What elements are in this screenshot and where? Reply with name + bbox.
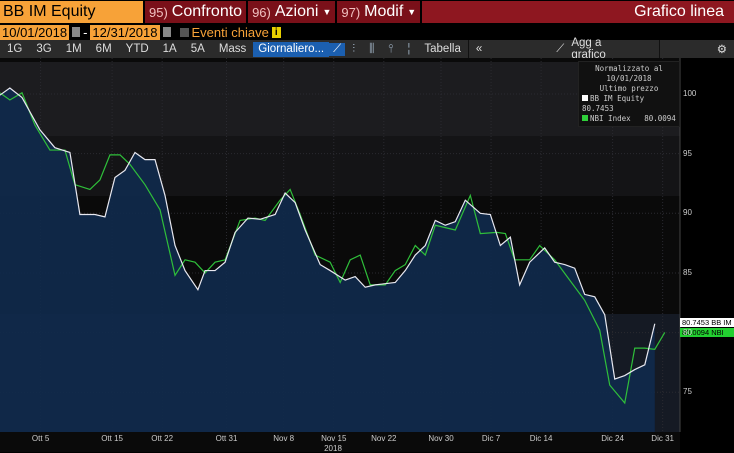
x-tick-label: Ott 15 xyxy=(101,434,123,443)
table-button[interactable]: Tabella xyxy=(417,43,467,55)
x-tick-label: Dic 24 xyxy=(601,434,624,443)
x-tick-label: Dic 31 xyxy=(651,434,674,443)
legend-item: NBI Index 80.0094 xyxy=(582,114,676,124)
plot-band xyxy=(0,136,680,196)
ticker-input[interactable]: BB IM Equity xyxy=(0,1,143,23)
compare-button[interactable]: 95) Confronto xyxy=(145,1,247,23)
ohlc-icon[interactable]: ⫯ xyxy=(381,43,400,56)
page-title: Grafico linea xyxy=(422,1,734,23)
y-tick-label: 100 xyxy=(683,89,697,98)
legend-name: NBI Index xyxy=(590,114,631,123)
y-tick-label: 85 xyxy=(683,267,692,277)
caret-down-icon: ▼ xyxy=(407,7,417,17)
period-6m[interactable]: 6M xyxy=(89,43,119,55)
actions-label: Azioni xyxy=(274,3,319,20)
x-tick-label: Nov 8 xyxy=(273,434,295,443)
y-tick-label: 80 xyxy=(683,327,692,337)
period-5a[interactable]: 5A xyxy=(184,43,212,55)
actions-button[interactable]: 96) Azioni ▼ xyxy=(248,1,336,23)
legend-value: 80.0094 xyxy=(644,114,676,123)
add-to-chart-icon[interactable]: ⟋ xyxy=(549,43,571,56)
divider xyxy=(658,40,660,58)
range-separator: - xyxy=(83,24,88,40)
y-tick-label: 75 xyxy=(683,387,692,397)
period-3g[interactable]: 3G xyxy=(29,43,58,55)
toolbar: 1G 3G 1M 6M YTD 1A 5A Mass Giornaliero..… xyxy=(0,37,734,61)
hl-icon[interactable]: ¦ xyxy=(400,43,417,55)
period-1a[interactable]: 1A xyxy=(156,43,184,55)
calendar-icon[interactable] xyxy=(162,27,171,37)
legend-normalized: Normalizzato al 10/01/2018 xyxy=(595,64,663,83)
bar-chart-icon[interactable]: ⫶ xyxy=(345,43,362,56)
legend-swatch xyxy=(582,115,588,121)
edit-label: Modif xyxy=(364,3,404,20)
period-ytd[interactable]: YTD xyxy=(119,43,156,55)
x-tick-label: Nov 22 xyxy=(371,434,397,443)
period-1m[interactable]: 1M xyxy=(59,43,89,55)
x-tick-label: Ott 31 xyxy=(215,434,238,443)
legend-value: 80.7453 xyxy=(582,104,614,113)
chart-legend: Normalizzato al 10/01/2018 Ultimo prezzo… xyxy=(578,61,680,127)
y-tick-label: 90 xyxy=(683,208,692,218)
y-tick-label: 95 xyxy=(683,148,692,158)
header-bar: BB IM Equity 95) Confronto 96) Azioni ▼ 97)… xyxy=(0,0,734,24)
x-tick-label: Ott 22 xyxy=(151,434,174,443)
line-chart-icon[interactable]: ⟋ xyxy=(329,42,346,56)
events-checkbox[interactable] xyxy=(179,27,189,37)
period-1g[interactable]: 1G xyxy=(0,43,29,55)
compare-num: 95) xyxy=(149,4,168,20)
edit-button[interactable]: 97) Modif ▼ xyxy=(337,1,421,23)
date-range: 10/01/2018 - 12/31/2018 Eventi chiave i xyxy=(0,24,281,40)
x-tick-label: Nov 30 xyxy=(428,434,454,443)
actions-num: 96) xyxy=(252,4,271,20)
legend-subtitle: Ultimo prezzo xyxy=(599,84,659,93)
caret-down-icon: ▼ xyxy=(322,7,332,17)
frequency-dropdown[interactable]: Giornaliero... xyxy=(253,41,330,57)
x-tick-label: Ott 5 xyxy=(31,434,50,443)
start-date-input[interactable]: 10/01/2018 xyxy=(0,24,70,40)
legend-item: BB IM Equity 80.7453 xyxy=(582,94,676,114)
compare-label: Confronto xyxy=(171,3,243,20)
edit-num: 97) xyxy=(341,4,361,20)
gear-icon[interactable]: ⚙ xyxy=(710,42,734,56)
x-tick-label: Dic 14 xyxy=(529,434,553,443)
calendar-icon[interactable] xyxy=(72,27,81,37)
collapse-button[interactable]: « xyxy=(469,43,489,55)
x-tick-label: Nov 15 xyxy=(321,434,347,443)
candle-chart-icon[interactable]: ⫼ xyxy=(362,43,381,56)
end-date-input[interactable]: 12/31/2018 xyxy=(90,24,160,40)
legend-name: BB IM Equity xyxy=(590,94,645,103)
last-price-tag-bbim: 80.7453 BB IM xyxy=(680,318,734,327)
legend-swatch xyxy=(582,95,588,101)
events-label: Eventi chiave xyxy=(191,24,269,40)
x-tick-label: Dic 7 xyxy=(481,434,501,443)
period-max[interactable]: Mass xyxy=(212,43,253,55)
info-icon[interactable]: i xyxy=(271,26,281,38)
